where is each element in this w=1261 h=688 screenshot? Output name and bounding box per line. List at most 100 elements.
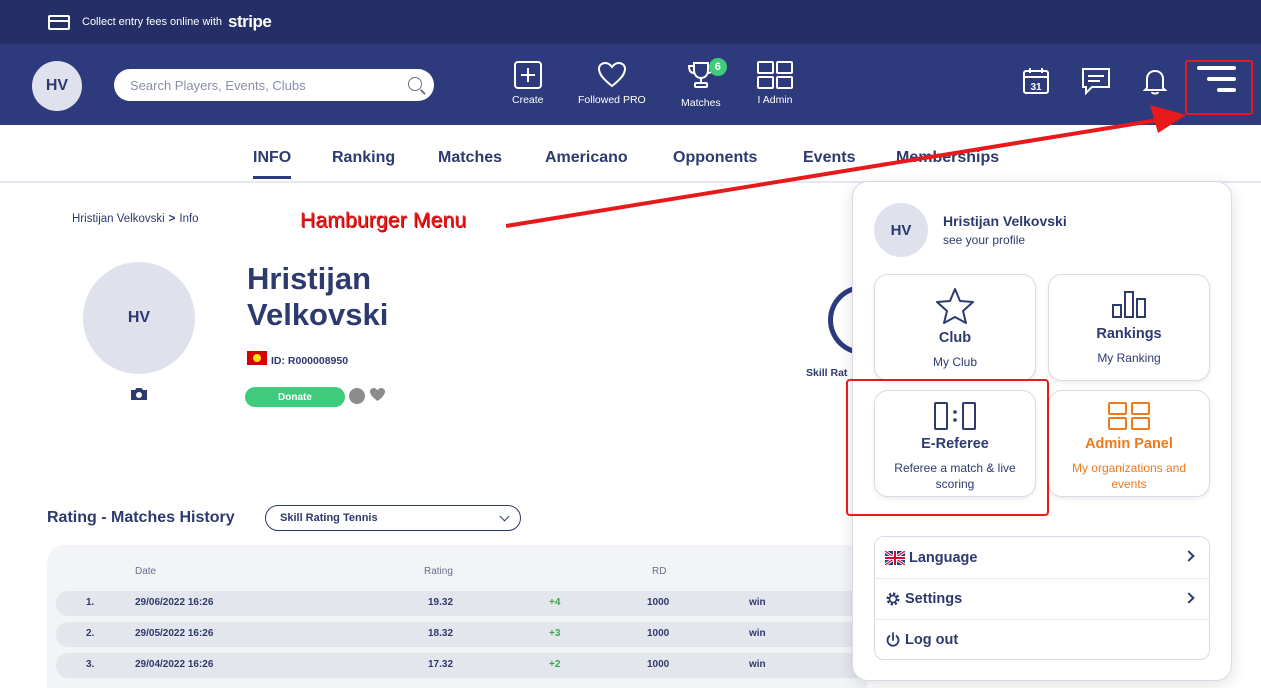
stripe-banner[interactable]: Collect entry fees online with stripe	[0, 0, 1261, 44]
club-card-sub: My Club	[932, 355, 977, 369]
gear-icon	[885, 591, 901, 607]
menu-item-logout-label: Log out	[905, 632, 959, 648]
club-card[interactable]: Club My Club	[874, 274, 1036, 381]
menu-item-settings[interactable]: Settings	[875, 578, 1209, 619]
profile-avatar: HV	[83, 262, 195, 374]
row-result: win	[749, 628, 766, 639]
row-rd: 1000	[647, 628, 670, 639]
breadcrumb-separator: >	[168, 213, 176, 225]
row-delta: +3	[549, 628, 561, 639]
nav-matches[interactable]: 6 Matches	[681, 58, 727, 109]
bell-icon	[1142, 69, 1168, 95]
row-rd: 1000	[647, 597, 670, 608]
tab-info[interactable]: INFO	[253, 149, 292, 179]
row-rating: 17.32	[428, 659, 454, 670]
nav-i-admin[interactable]: I Admin	[756, 60, 794, 106]
change-photo-button[interactable]	[130, 387, 148, 406]
macedonia-flag-icon	[247, 351, 267, 365]
hamburger-highlight	[1185, 60, 1253, 115]
admin-panel-card[interactable]: Admin Panel My organizations and events	[1048, 390, 1210, 497]
tab-events[interactable]: Events	[803, 149, 855, 167]
menu-user-avatar[interactable]: HV	[874, 203, 928, 257]
e-referee-highlight	[846, 379, 1049, 516]
grid-icon	[1108, 402, 1150, 430]
tab-matches[interactable]: Matches	[438, 149, 502, 167]
club-card-title: Club	[938, 330, 972, 346]
messages-button[interactable]	[1080, 66, 1112, 101]
stripe-logo: stripe	[228, 12, 272, 31]
bar-chart-icon	[1112, 291, 1146, 318]
menu-user-name[interactable]: Hristijan Velkovski	[943, 213, 1067, 229]
breadcrumb: Hristijan Velkovski > Info	[72, 213, 199, 225]
annotation-label: Hamburger Menu	[300, 209, 467, 232]
heart-filled-icon	[370, 388, 385, 401]
star-icon	[936, 288, 974, 324]
chevron-down-icon	[499, 511, 510, 522]
chat-icon	[1082, 68, 1110, 96]
profile-id: ID: R000008950	[271, 355, 349, 367]
menu-item-logout[interactable]: Log out	[875, 619, 1209, 660]
see-profile-link[interactable]: see your profile	[943, 233, 1025, 247]
profile-tabs: INFO Ranking Matches Americano Opponents…	[0, 125, 1261, 183]
row-delta: +2	[549, 659, 561, 670]
tab-americano[interactable]: Americano	[545, 149, 628, 167]
power-icon	[885, 632, 901, 648]
menu-item-language-label: Language	[909, 549, 978, 566]
calendar-day: 31	[1030, 82, 1042, 93]
rating-type-value: Skill Rating Tennis	[280, 512, 378, 524]
breadcrumb-current: Info	[179, 213, 199, 225]
row-index: 2.	[86, 628, 95, 639]
tab-memberships[interactable]: Memberships	[896, 149, 999, 167]
row-delta: +4	[549, 597, 561, 608]
row-date: 29/05/2022 16:26	[135, 628, 214, 639]
row-result: win	[749, 659, 766, 670]
grid-icon	[757, 61, 793, 89]
top-navigation: HV Create Followed PRO 6 Matches I Admin…	[0, 44, 1261, 125]
chevron-right-icon	[1183, 592, 1195, 604]
col-header-rating: Rating	[424, 566, 453, 577]
search-icon[interactable]	[408, 77, 422, 91]
nav-followed-pro[interactable]: Followed PRO	[578, 60, 646, 106]
notifications-button[interactable]	[1142, 66, 1168, 101]
menu-list: Language Settings Log out	[874, 536, 1210, 660]
heart-icon	[597, 61, 626, 88]
col-header-rd: RD	[652, 566, 667, 577]
menu-item-language[interactable]: Language	[875, 537, 1209, 578]
donate-button[interactable]: Donate	[245, 387, 345, 407]
admin-panel-card-sub: My organizations and events	[1071, 461, 1187, 491]
user-avatar[interactable]: HV	[32, 61, 82, 111]
nav-followed-pro-label: Followed PRO	[578, 94, 646, 106]
admin-panel-card-title: Admin Panel	[1085, 436, 1173, 452]
row-rating: 18.32	[428, 628, 454, 639]
row-rating: 19.32	[428, 597, 454, 608]
col-header-date: Date	[135, 566, 157, 577]
tennis-ball-icon	[349, 388, 365, 404]
matches-badge: 6	[708, 58, 727, 76]
search-input[interactable]	[130, 77, 400, 93]
tab-opponents[interactable]: Opponents	[673, 149, 757, 167]
nav-create-label: Create	[512, 94, 544, 106]
row-index: 3.	[86, 659, 95, 670]
search-box[interactable]	[114, 69, 434, 101]
rankings-card-title: Rankings	[1096, 326, 1162, 342]
skill-rating-label: Skill Rat	[806, 367, 848, 379]
nav-i-admin-label: I Admin	[757, 94, 793, 106]
menu-item-settings-label: Settings	[905, 591, 963, 607]
breadcrumb-user[interactable]: Hristijan Velkovski	[72, 213, 165, 225]
uk-flag-icon	[885, 550, 905, 565]
follow-heart-button[interactable]	[369, 387, 386, 407]
credit-card-icon	[48, 14, 70, 30]
profile-name: Hristijan Velkovski	[247, 261, 389, 332]
calendar-button[interactable]: 31	[1022, 66, 1050, 101]
nav-create[interactable]: Create	[512, 60, 544, 106]
row-date: 29/06/2022 16:26	[135, 597, 214, 608]
history-title: Rating - Matches History	[47, 509, 235, 526]
camera-icon	[131, 388, 147, 400]
tab-ranking[interactable]: Ranking	[332, 149, 395, 167]
row-rd: 1000	[647, 659, 670, 670]
rankings-card[interactable]: Rankings My Ranking	[1048, 274, 1210, 381]
rating-type-select[interactable]: Skill Rating Tennis	[265, 505, 521, 531]
row-date: 29/04/2022 16:26	[135, 659, 214, 670]
chevron-right-icon	[1183, 550, 1195, 562]
rankings-card-sub: My Ranking	[1097, 351, 1161, 365]
